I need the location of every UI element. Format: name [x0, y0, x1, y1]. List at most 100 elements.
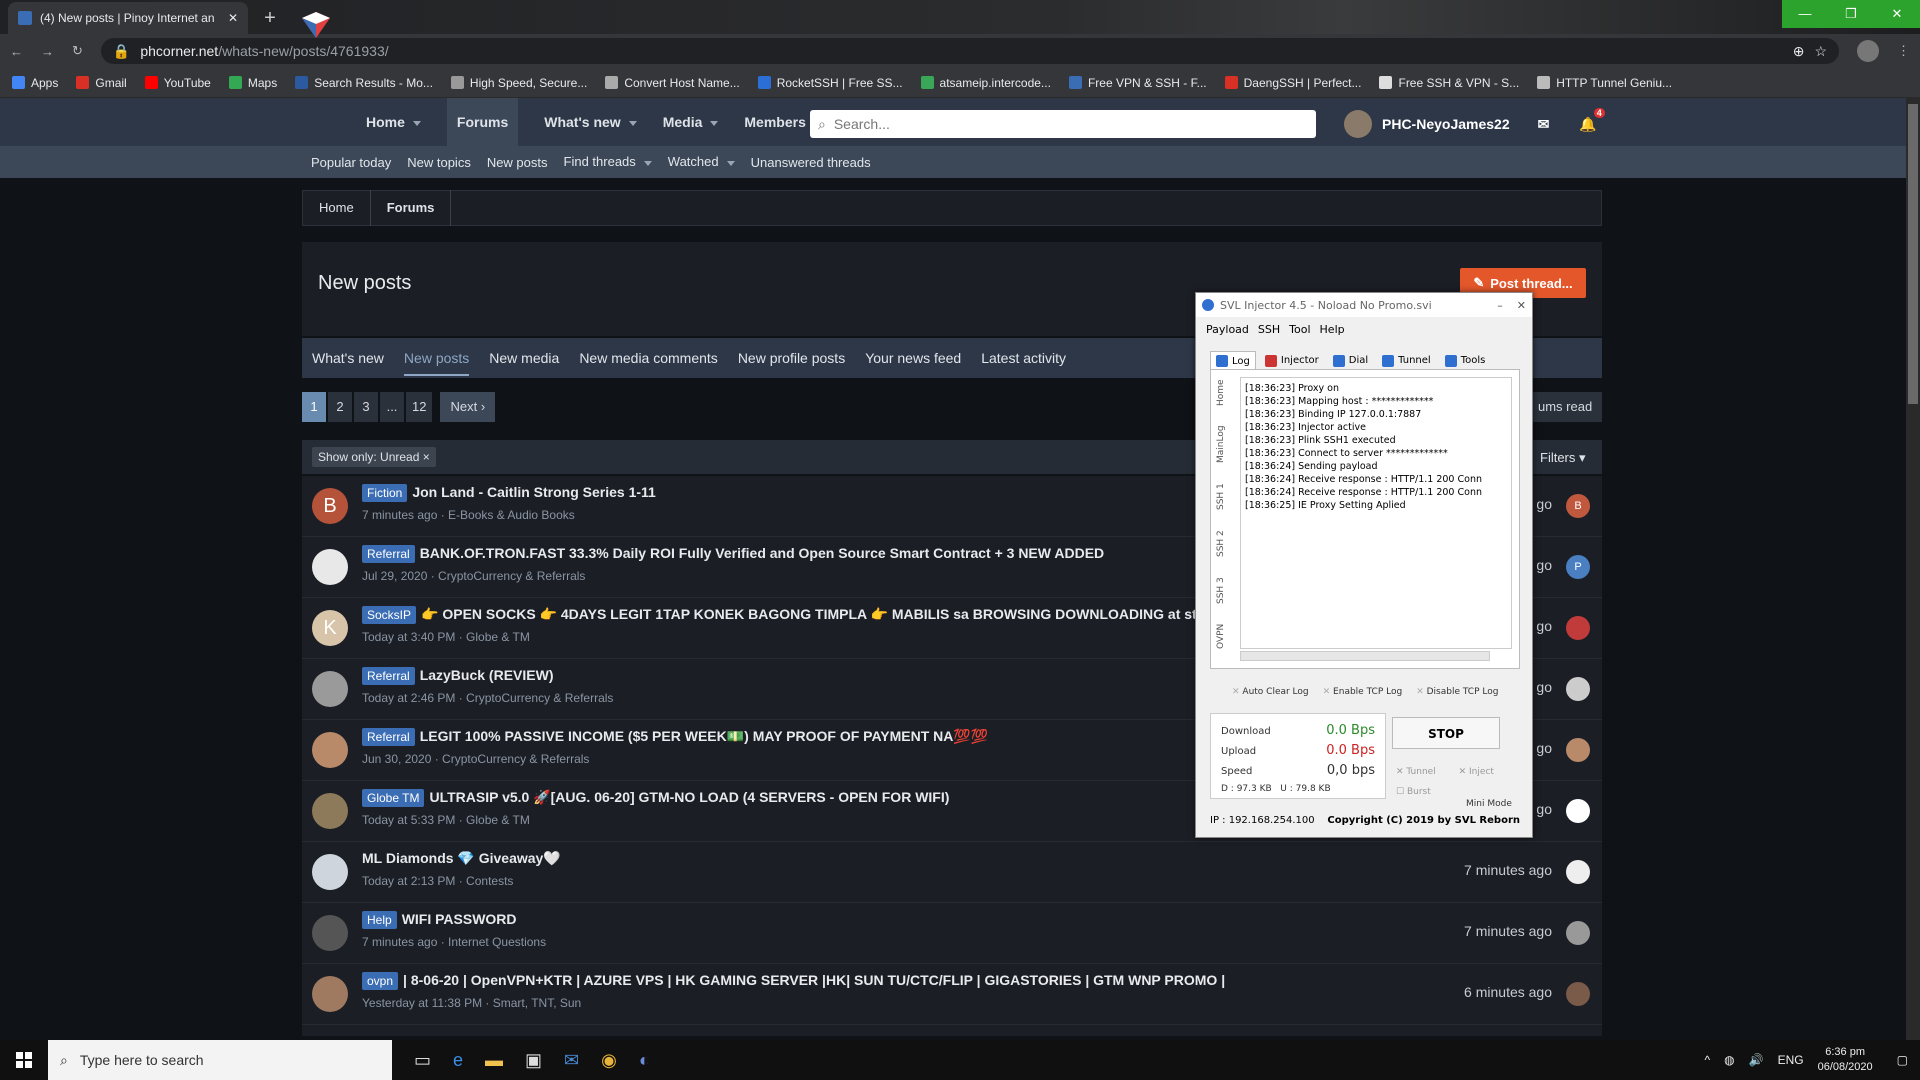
clock[interactable]: 6:36 pm 06/08/2020	[1818, 1045, 1873, 1075]
subnav-item-5[interactable]: Unanswered threads	[751, 155, 871, 170]
svl-menu-2[interactable]: Tool	[1289, 323, 1310, 336]
filters-menu[interactable]: Filters ▾	[1540, 450, 1586, 466]
bookmark-9[interactable]: Free VPN & SSH - F...	[1068, 76, 1207, 90]
thread-row[interactable]: Help WIFI PASSWORD 7 minutes ago · Interne…	[302, 903, 1602, 964]
thread-row[interactable]: ovpn | 8-06-20 | OpenVPN+KTR | AZURE VPS …	[302, 964, 1602, 1025]
svl-side-tab-0[interactable]: Home	[1216, 379, 1230, 406]
last-post-time[interactable]: go	[1536, 679, 1552, 695]
site-logo[interactable]	[300, 10, 332, 40]
profile-avatar[interactable]	[1857, 40, 1879, 62]
close-window-button[interactable]: ✕	[1874, 0, 1920, 28]
svl-menu-3[interactable]: Help	[1320, 323, 1345, 336]
svl-taskbar-icon[interactable]: ◐	[639, 1050, 650, 1071]
breadcrumb-forums[interactable]: Forums	[371, 190, 452, 226]
bookmark-10[interactable]: DaengSSH | Perfect...	[1224, 76, 1361, 90]
chevron-up-icon[interactable]: ^	[1705, 1053, 1711, 1067]
avatar[interactable]: B	[312, 488, 348, 524]
last-post-time[interactable]: go	[1536, 618, 1552, 634]
search-input[interactable]: ⌕ Search...	[810, 110, 1316, 138]
thread-prefix-badge[interactable]: Fiction	[362, 484, 408, 502]
svl-tab-4[interactable]: Tools	[1440, 351, 1491, 370]
subnav-item-1[interactable]: New topics	[407, 155, 471, 170]
tab-0[interactable]: What's new	[312, 350, 384, 366]
reload-icon[interactable]: ↻	[72, 43, 83, 59]
bookmark-12[interactable]: HTTP Tunnel Geniu...	[1537, 76, 1672, 90]
bookmark-8[interactable]: atsameip.intercode...	[920, 76, 1051, 90]
last-poster-avatar[interactable]	[1566, 616, 1590, 640]
subnav-item-4[interactable]: Watched	[668, 154, 735, 169]
svl-tab-1[interactable]: Injector	[1260, 351, 1324, 370]
svl-check-1[interactable]: Enable TCP Log	[1323, 687, 1402, 697]
task-view-icon[interactable]: ▭	[414, 1050, 431, 1071]
add-icon[interactable]: ⊕	[1793, 43, 1805, 60]
tab-6[interactable]: Latest activity	[981, 350, 1066, 366]
last-post-time[interactable]: 7 minutes ago	[1464, 862, 1552, 878]
restore-button[interactable]: ❐	[1828, 0, 1874, 28]
bookmark-2[interactable]: YouTube	[144, 76, 211, 90]
thread-title[interactable]: Fiction Jon Land - Caitlin Strong Series …	[362, 484, 656, 502]
svl-side-tab-5[interactable]: OVPN	[1216, 624, 1230, 649]
avatar[interactable]	[312, 732, 348, 768]
menu-icon[interactable]: ⋮	[1897, 43, 1910, 59]
page-0[interactable]: 1	[302, 392, 326, 422]
volume-icon[interactable]: 🔊	[1749, 1053, 1764, 1067]
thread-prefix-badge[interactable]: Referral	[362, 728, 415, 746]
mini-mode-button[interactable]: Mini Mode	[1466, 799, 1512, 809]
last-post-time[interactable]: go	[1536, 740, 1552, 756]
thread-prefix-badge[interactable]: Referral	[362, 667, 415, 685]
thread-title[interactable]: ML Diamonds 💎 Giveaway🤍	[362, 850, 561, 867]
page-2[interactable]: 3	[354, 392, 378, 422]
back-icon[interactable]: ←	[10, 44, 23, 59]
thread-title[interactable]: Globe TM ULTRASIP v5.0 🚀[AUG. 06-20] GTM-…	[362, 789, 949, 807]
windows-start-icon[interactable]	[0, 1040, 48, 1080]
network-icon[interactable]: ◍	[1724, 1053, 1734, 1067]
breadcrumb-home[interactable]: Home	[303, 190, 371, 226]
tab-1[interactable]: New posts	[403, 350, 470, 376]
last-post-time[interactable]: go	[1536, 801, 1552, 817]
stop-button[interactable]: STOP	[1392, 717, 1500, 749]
svl-tab-2[interactable]: Dial	[1328, 351, 1373, 370]
last-poster-avatar[interactable]	[1566, 921, 1590, 945]
svl-menu-0[interactable]: Payload	[1206, 323, 1249, 336]
notification-icon[interactable]: ▢	[1897, 1053, 1908, 1067]
thread-title[interactable]: Referral BANK.OF.TRON.FAST 33.3% Daily RO…	[362, 545, 1104, 563]
svl-close-icon[interactable]: ✕	[1517, 299, 1526, 312]
url-field[interactable]: 🔒 phcorner.net/whats-new/posts/4761933/ …	[100, 38, 1839, 64]
bookmark-1[interactable]: Gmail	[76, 76, 127, 90]
close-tab-icon[interactable]: ✕	[228, 11, 238, 25]
svl-check-0[interactable]: Auto Clear Log	[1232, 687, 1308, 697]
last-poster-avatar[interactable]	[1566, 738, 1590, 762]
avatar[interactable]	[312, 793, 348, 829]
last-post-time[interactable]: go	[1536, 496, 1552, 512]
thread-prefix-badge[interactable]: Help	[362, 911, 397, 929]
edge-icon[interactable]: e	[453, 1050, 463, 1071]
last-post-time[interactable]: go	[1536, 557, 1552, 573]
thread-prefix-badge[interactable]: ovpn	[362, 972, 399, 990]
taskbar-search[interactable]: ⌕ Type here to search	[48, 1040, 392, 1080]
tab-4[interactable]: New profile posts	[738, 350, 845, 366]
svl-log-scrollbar[interactable]	[1240, 651, 1490, 661]
last-post-time[interactable]: 6 minutes ago	[1464, 984, 1552, 1000]
svl-minimize-icon[interactable]: –	[1497, 299, 1503, 312]
nav-item-0[interactable]: Home	[366, 98, 421, 146]
page-3[interactable]: ...	[380, 392, 404, 422]
last-poster-avatar[interactable]	[1566, 982, 1590, 1006]
page-4[interactable]: 12	[406, 392, 433, 422]
tab-2[interactable]: New media	[489, 350, 559, 366]
inbox-icon[interactable]: ✉	[1538, 116, 1550, 133]
browser-tab[interactable]: (4) New posts | Pinoy Internet an ✕	[8, 2, 248, 34]
thread-prefix-badge[interactable]: SocksIP	[362, 606, 417, 624]
last-poster-avatar[interactable]	[1566, 677, 1590, 701]
svl-tab-3[interactable]: Tunnel	[1377, 351, 1436, 370]
thread-title[interactable]: Referral LazyBuck (REVIEW)	[362, 667, 554, 685]
avatar[interactable]	[312, 854, 348, 890]
language-indicator[interactable]: ENG	[1778, 1053, 1804, 1067]
file-explorer-icon[interactable]: ▬	[485, 1050, 503, 1071]
user-menu[interactable]: PHC-NeyoJames22 ✉ 🔔 4	[1344, 107, 1605, 138]
subnav-item-0[interactable]: Popular today	[311, 155, 391, 170]
mail-icon[interactable]: ✉	[564, 1050, 579, 1071]
chrome-icon[interactable]: ◉	[601, 1050, 617, 1071]
avatar[interactable]	[312, 671, 348, 707]
scrollbar-thumb[interactable]	[1908, 104, 1918, 404]
bookmark-7[interactable]: RocketSSH | Free SS...	[757, 76, 903, 90]
